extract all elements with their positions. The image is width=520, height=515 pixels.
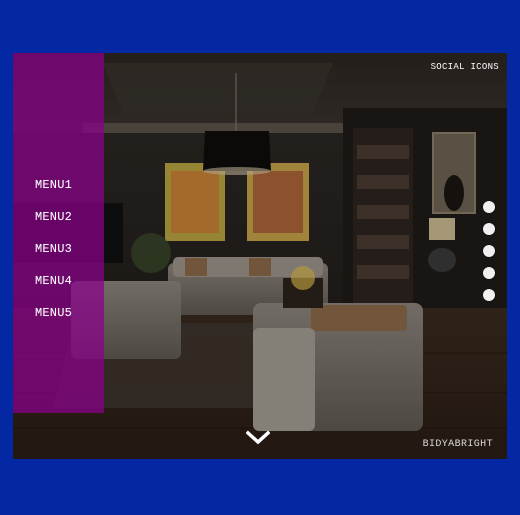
pager-dot-5[interactable] <box>483 289 495 301</box>
social-icons-label: SOCIAL ICONS <box>430 62 499 72</box>
slide-pager <box>483 201 495 311</box>
pager-dot-1[interactable] <box>483 201 495 213</box>
chevron-down-icon[interactable] <box>246 430 270 446</box>
pager-dot-4[interactable] <box>483 267 495 279</box>
menu-item-3[interactable]: MENU3 <box>35 242 72 256</box>
menu-item-1[interactable]: MENU1 <box>35 178 72 192</box>
pager-dot-2[interactable] <box>483 223 495 235</box>
pager-dot-3[interactable] <box>483 245 495 257</box>
hero-panel: MENU1 MENU2 MENU3 MENU4 MENU5 SOCIAL ICO… <box>13 53 507 459</box>
brand-label: BIDYABRIGHT <box>422 439 493 450</box>
sidebar-menu: MENU1 MENU2 MENU3 MENU4 MENU5 <box>13 53 104 413</box>
menu-item-4[interactable]: MENU4 <box>35 274 72 288</box>
menu-item-2[interactable]: MENU2 <box>35 210 72 224</box>
menu-item-5[interactable]: MENU5 <box>35 306 72 320</box>
